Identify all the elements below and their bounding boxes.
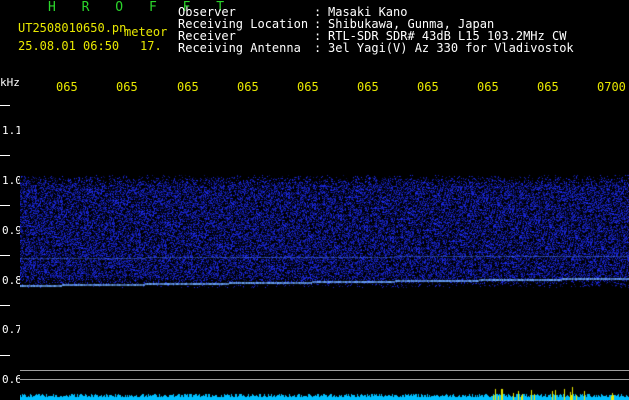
count: 17. [140, 39, 162, 53]
spectrogram [20, 96, 629, 400]
x-tick-label: 0700 [597, 80, 626, 94]
header-panel: H R O F F T UT2508010650.pn meteor 25.08… [0, 0, 629, 96]
reference-line [20, 370, 629, 371]
y-tick-label: 0.9 [2, 224, 22, 237]
x-tick-label: 065 [417, 80, 439, 94]
x-tick-label: 065 [477, 80, 499, 94]
x-tick-label: 065 [357, 80, 379, 94]
y-tick-label: 1.1 [2, 124, 22, 137]
y-tick-mark [0, 305, 10, 306]
y-tick-label: 0.6 [2, 373, 22, 386]
x-tick-label: 065 [116, 80, 138, 94]
label-antenna: Receiving Antenna [178, 41, 301, 55]
x-tick-label: 065 [56, 80, 78, 94]
x-tick-label: 065 [297, 80, 319, 94]
y-tick-mark [0, 355, 10, 356]
y-tick-mark [0, 205, 10, 206]
filename: UT2508010650.pn [18, 21, 127, 35]
y-tick-mark [0, 155, 10, 156]
y-tick-mark [0, 255, 10, 256]
colon: : [314, 41, 322, 55]
y-tick-mark [0, 105, 10, 106]
y-tick-label: 0.8 [2, 274, 22, 287]
observation-type: meteor [124, 25, 168, 39]
value-antenna: 3el Yagi(V) Az 330 for Vladivostok [328, 41, 574, 55]
x-tick-label: 065 [237, 80, 259, 94]
x-tick-label: 065 [177, 80, 199, 94]
datetime: 25.08.01 06:50 [18, 39, 120, 53]
y-tick-label: 0.7 [2, 323, 22, 336]
y-axis-unit: kHz [0, 76, 20, 89]
y-tick-label: 1.0 [2, 174, 22, 187]
reference-line [20, 379, 629, 380]
x-tick-label: 065 [537, 80, 559, 94]
